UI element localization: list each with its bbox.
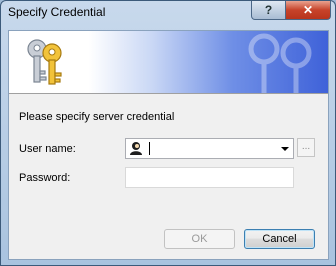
instruction-text: Please specify server credential (19, 111, 175, 123)
browse-button[interactable]: ... (297, 138, 315, 157)
close-button[interactable]: ✕ (285, 1, 331, 20)
title-bar[interactable]: Specify Credential ? ✕ (1, 1, 335, 23)
window-title: Specify Credential (8, 5, 106, 19)
close-icon: ✕ (302, 3, 314, 17)
user-name-label: User name: (19, 143, 76, 155)
password-field[interactable] (125, 167, 294, 188)
help-icon: ? (264, 3, 273, 17)
banner-divider (9, 93, 328, 94)
cancel-button[interactable]: Cancel (244, 229, 315, 249)
help-button[interactable]: ? (251, 1, 286, 20)
keys-watermark-icon (248, 33, 312, 93)
user-icon (130, 142, 142, 155)
user-name-combobox[interactable] (125, 138, 294, 159)
header-banner (9, 31, 328, 93)
password-label: Password: (19, 172, 71, 184)
ok-button[interactable]: OK (164, 229, 235, 249)
text-caret (149, 142, 150, 155)
chevron-down-icon[interactable] (281, 147, 289, 151)
dialog-client: Please specify server credential User na… (8, 30, 329, 260)
dialog-window: Specify Credential ? ✕ Please specify se… (0, 0, 336, 266)
keys-icon (27, 39, 62, 85)
